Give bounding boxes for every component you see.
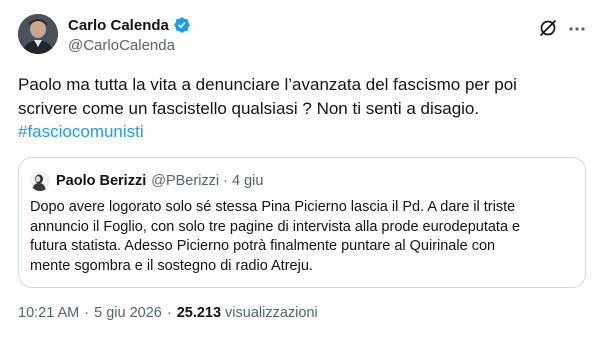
verified-badge-icon[interactable] [173, 16, 191, 34]
quoted-text-line: annuncio il Foglio, con solo tre pagine … [30, 218, 521, 235]
quoted-timestamp[interactable]: 4 giu [232, 173, 263, 189]
author-avatar-image [18, 14, 58, 54]
views-label: visualizzazioni [225, 305, 318, 321]
quoted-tweet-text: Dopo avere logorato solo sé stessa Pina … [30, 198, 575, 276]
quoted-tweet[interactable]: Paolo Berizzi @PBerizzi · 4 giu Dopo ave… [18, 157, 586, 288]
tweet-text-line: scrivere come un fascistello qualsiasi ?… [18, 98, 480, 118]
views-count: 25.213 [176, 305, 222, 321]
tweet: Carlo Calenda @CarloCalenda Paolo ma tut… [0, 0, 605, 344]
quoted-text-line: mente sgombra e il sostegno di radio Atr… [30, 257, 313, 274]
tweet-date[interactable]: 5 giu 2026 [94, 305, 162, 321]
meta-separator: · [84, 305, 90, 321]
author-handle[interactable]: @CarloCalenda [68, 37, 175, 54]
quoted-author-name[interactable]: Paolo Berizzi [56, 173, 146, 189]
hashtag-link[interactable]: #fasciocomunisti [18, 122, 144, 141]
grok-icon[interactable] [538, 18, 558, 38]
tweet-text: Paolo ma tutta la vita a denunciare l’av… [18, 73, 588, 144]
author-name-line: Carlo Calenda [68, 14, 191, 36]
tweet-text-line: Paolo ma tutta la vita a denunciare l’av… [18, 75, 517, 94]
quoted-text-line: futura statista. Adesso Picierno potrà f… [30, 238, 496, 254]
more-dots-icon[interactable] [567, 19, 587, 39]
tweet-meta: 10:21 AM · 5 giu 2026 · 25.213 visualizz… [18, 305, 318, 321]
quoted-text-line: Dopo avere logorato solo sé stessa Pina … [30, 199, 516, 215]
quoted-author-handle[interactable]: @PBerizzi [151, 173, 219, 189]
quoted-tweet-header: Paolo Berizzi @PBerizzi · 4 giu [30, 171, 263, 191]
meta-separator: · [166, 305, 172, 321]
tweet-time[interactable]: 10:21 AM [18, 305, 79, 321]
quoted-separator: · [223, 173, 228, 189]
author-display-name[interactable]: Carlo Calenda [68, 17, 169, 34]
author-avatar[interactable] [18, 14, 58, 54]
quoted-author-avatar[interactable] [30, 171, 50, 191]
